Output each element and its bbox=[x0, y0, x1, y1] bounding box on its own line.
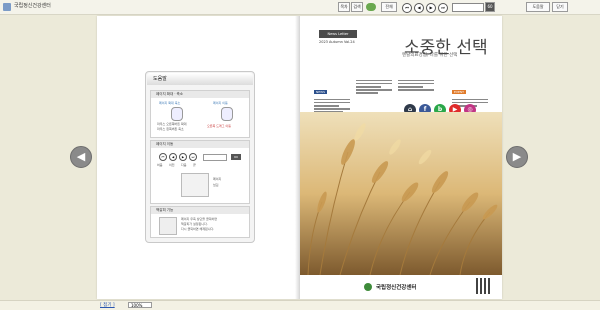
help-bookmark-heading: 책갈피 기능 bbox=[151, 207, 249, 214]
toc-button[interactable]: 목차 bbox=[338, 2, 350, 12]
cover-footer: 국립정신건강센터 bbox=[300, 275, 502, 299]
help-zoom-heading: 페이지 확대 · 축소 bbox=[151, 91, 249, 98]
cover-subtitle: 멘탈의료경험, 나를 위한 선택 bbox=[402, 53, 458, 58]
help-page-heading: 페이지 이동 bbox=[151, 141, 249, 148]
news-tag: NEWS bbox=[314, 90, 328, 94]
help-nav-label-first: 처음 bbox=[157, 163, 163, 167]
bookmark-desc-3: 다시 클릭하면 해제됩니다. bbox=[181, 227, 215, 231]
help-nav-label-last: 끝 bbox=[193, 163, 196, 167]
zoom-mouse-icon bbox=[171, 107, 183, 121]
prev-arrow-icon[interactable]: ◀ bbox=[70, 146, 92, 168]
help-last-icon: ⏭ bbox=[189, 153, 197, 161]
help-nav-label-next: 다음 bbox=[181, 163, 187, 167]
qr-code-icon bbox=[476, 278, 492, 294]
help-bookmark-section: 책갈피 기능 페이지 우측 상단을 클릭하면 책갈피가 설정됩니다. 다시 클릭… bbox=[150, 206, 250, 238]
help-next-icon: ▶ bbox=[179, 153, 187, 161]
news-column-3 bbox=[398, 78, 434, 91]
wheat-field-illustration bbox=[300, 112, 502, 275]
bookmark-desc-1: 페이지 우측 상단을 클릭하면 bbox=[181, 217, 217, 221]
next-page-button[interactable]: ▶ bbox=[426, 3, 436, 13]
next-arrow-icon[interactable]: ▶ bbox=[506, 146, 528, 168]
bookmark-desc-2: 책갈피가 설정됩니다. bbox=[181, 222, 208, 226]
org-name: 국립정신건강센터 bbox=[376, 285, 417, 291]
news-column-1: NEWS bbox=[314, 78, 350, 113]
org-logo-icon bbox=[364, 283, 372, 291]
help-page-section: 페이지 이동 ⏮ ◀ ▶ ⏭ 60 처음 이전 다음 끝 페이지 넘김 bbox=[150, 140, 250, 204]
news-column-4: EVENT bbox=[452, 78, 488, 107]
help-nav-label-prev: 이전 bbox=[169, 163, 175, 167]
help-flip-desc-1: 페이지 bbox=[213, 177, 222, 181]
help-button[interactable]: 도움말 bbox=[526, 2, 550, 12]
bookmark-illustration bbox=[159, 217, 177, 235]
news-column-2 bbox=[356, 78, 392, 94]
cover-page[interactable]: News Letter 2023 Autumn Vol.24 소중한 선택 멘탈… bbox=[300, 16, 502, 299]
last-page-button[interactable]: ⏭ bbox=[438, 3, 448, 13]
move-mouse-icon bbox=[221, 107, 233, 121]
cover-photo bbox=[300, 112, 502, 275]
zoom-desc-2: 마우스 왼쪽버튼 축소 bbox=[157, 127, 184, 131]
help-flip-desc-2: 넘김 bbox=[213, 183, 219, 187]
issue-number: 2023 Autumn Vol.24 bbox=[319, 40, 355, 44]
zoom-desc-1: 마우스 오른쪽버튼 확대 bbox=[157, 122, 187, 126]
first-page-button[interactable]: ⏮ bbox=[402, 3, 412, 13]
help-panel: 도움말 페이지 확대 · 축소 페이지 확대 축소 페이지 이동 마우스 오른쪽… bbox=[145, 71, 255, 243]
close-button[interactable]: 닫기 bbox=[552, 2, 568, 12]
move-desc: 오른쪽 드래그 이동 bbox=[207, 124, 231, 128]
prev-page-button[interactable]: ◀ bbox=[414, 3, 424, 13]
help-title: 도움말 bbox=[147, 73, 253, 85]
toolbar: 목차 검색 전체 ⏮ ◀ ▶ ⏭ 60 도움말 닫기 bbox=[0, 2, 600, 13]
zoom-label: 페이지 확대 축소 bbox=[159, 101, 181, 105]
help-page-box bbox=[203, 154, 227, 161]
zoom-select[interactable]: 100% bbox=[128, 302, 152, 308]
fullscreen-button[interactable]: 전체 bbox=[381, 2, 397, 12]
chat-icon[interactable] bbox=[366, 3, 376, 11]
help-first-icon: ⏮ bbox=[159, 153, 167, 161]
page-number-input[interactable] bbox=[452, 3, 484, 12]
zoom-value: 100% bbox=[131, 303, 143, 308]
help-zoom-section: 페이지 확대 · 축소 페이지 확대 축소 페이지 이동 마우스 오른쪽버튼 확… bbox=[150, 90, 250, 138]
search-button[interactable]: 검색 bbox=[351, 2, 363, 12]
newsletter-tag: News Letter bbox=[319, 30, 357, 38]
collapse-link[interactable]: [ 접기 ] bbox=[100, 302, 115, 308]
move-label: 페이지 이동 bbox=[213, 101, 228, 105]
help-prev-icon: ◀ bbox=[169, 153, 177, 161]
event-tag: EVENT bbox=[452, 90, 466, 94]
page-flip-illustration bbox=[181, 173, 209, 197]
help-page-total: 60 bbox=[231, 154, 241, 160]
page-total: 60 bbox=[485, 2, 495, 12]
